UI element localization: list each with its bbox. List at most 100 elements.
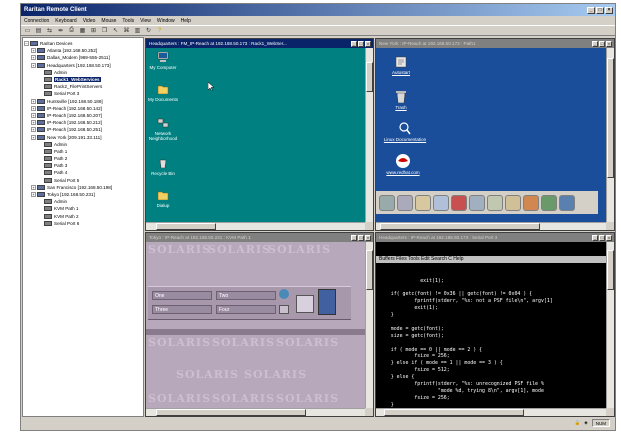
tree-expander-icon[interactable]: − (24, 41, 29, 47)
tile-icon[interactable]: ⊞ (89, 26, 98, 35)
windows-desktop[interactable]: My Computer My Documents Network Neighbo… (146, 48, 365, 222)
globe-icon[interactable] (279, 289, 289, 299)
tree-expander-icon[interactable]: + (31, 62, 36, 68)
printer-icon[interactable] (296, 295, 314, 313)
scroll-thumb[interactable] (156, 223, 216, 230)
solaris-pane-vscroll[interactable] (365, 242, 373, 408)
tree-node[interactable]: Path 3 (24, 162, 142, 169)
tree-expander-icon[interactable]: + (31, 55, 36, 61)
tree-node[interactable]: + Atlanta [192.168.50.252] (24, 47, 142, 54)
open-icon[interactable]: ▤ (34, 26, 43, 35)
tree-node[interactable]: − Raritan Devices (24, 40, 142, 47)
tree-expander-icon[interactable]: + (31, 134, 36, 140)
scroll-thumb[interactable] (156, 409, 306, 416)
tree-node[interactable]: + Tokyo [192.168.50.231] (24, 191, 142, 198)
tree-node[interactable]: Serial Port 5 (24, 177, 142, 184)
pane-maximize-button[interactable]: □ (358, 40, 364, 47)
print-icon[interactable]: ⎙ (67, 26, 76, 35)
tree-expander-icon[interactable]: + (31, 48, 36, 54)
scroll-thumb[interactable] (384, 409, 524, 416)
maximize-button[interactable]: □ (596, 6, 604, 14)
dialup-icon[interactable]: Dialup (146, 190, 180, 208)
scroll-thumb[interactable] (380, 223, 540, 230)
linux-pane-vscroll[interactable] (606, 48, 614, 222)
minimize-button[interactable]: _ (587, 6, 595, 14)
tools-icon[interactable] (523, 194, 539, 211)
tree-expander-icon[interactable]: + (31, 192, 36, 198)
pane-maximize-button[interactable]: □ (599, 40, 605, 47)
terminal-icon[interactable] (415, 194, 431, 211)
cascade-icon[interactable]: ❐ (100, 26, 109, 35)
mouse-icon[interactable]: ↖ (111, 26, 120, 35)
my-documents-icon[interactable]: My Documents (146, 84, 180, 102)
linux-pane-hscroll[interactable] (376, 222, 606, 230)
windows-pane-hscroll[interactable] (146, 222, 365, 230)
pane-close-button[interactable]: × (365, 40, 371, 47)
menu-keyboard[interactable]: Keyboard (55, 18, 76, 24)
network-neighborhood-icon[interactable]: Network Neighborhood (146, 118, 180, 141)
tree-node[interactable]: + Huntsville [192.168.50.189] (24, 98, 142, 105)
tree-node[interactable]: + IP-Reach [192.168.50.251] (24, 126, 142, 133)
gnome-foot-icon[interactable] (379, 194, 395, 211)
my-computer-icon[interactable]: My Computer (146, 51, 180, 70)
trash-icon[interactable]: Trash (390, 90, 412, 110)
tree-node[interactable]: + IP-Reach [192.168.50.207] (24, 112, 142, 119)
tree-node[interactable]: + Dallas_Modem [969-555-2511] (24, 54, 142, 61)
tree-node[interactable]: KVM Path 2 (24, 213, 142, 220)
pane-close-button[interactable]: × (365, 234, 371, 241)
tree-node[interactable]: Path 2 (24, 155, 142, 162)
workspace-one-button[interactable]: One (152, 291, 212, 300)
linux-session-pane[interactable]: New York : IP-Reach at 192.168.50.173 : … (375, 38, 615, 231)
tile-windows-icon[interactable]: ▥ (133, 26, 142, 35)
pane-minimize-button[interactable]: _ (592, 40, 598, 47)
properties-icon[interactable]: ▦ (78, 26, 87, 35)
emacs-menubar[interactable]: Buffers Files Tools Edit Search C Help (376, 255, 606, 263)
search-icon[interactable] (487, 194, 503, 211)
pane-close-button[interactable]: × (606, 40, 612, 47)
tree-node[interactable]: KVM Path 1 (24, 205, 142, 212)
tree-node[interactable]: Admin (24, 141, 142, 148)
menu-mouse[interactable]: Mouse (101, 18, 116, 24)
solaris-session-pane[interactable]: Tokyo : IP-Reach at 192.168.50.231 : KVM… (145, 232, 374, 417)
pane-minimize-button[interactable]: _ (592, 234, 598, 241)
workspace-two-button[interactable]: Two (216, 291, 276, 300)
menu-help[interactable]: Help (181, 18, 191, 24)
scroll-thumb[interactable] (607, 58, 614, 178)
tree-expander-icon[interactable]: + (31, 105, 36, 111)
workspace-three-button[interactable]: Three (152, 305, 212, 314)
close-button[interactable]: × (605, 6, 613, 14)
tree-node[interactable]: Admin (24, 198, 142, 205)
pane-close-button[interactable]: × (606, 234, 612, 241)
menu-video[interactable]: Video (83, 18, 96, 24)
menu-tools[interactable]: Tools (122, 18, 134, 24)
solaris-desktop[interactable]: SOLARIS SOLARIS SOLARIS SOLARIS SOLARIS … (146, 242, 365, 408)
tree-node[interactable]: + IP-Reach [192.168.50.142] (24, 105, 142, 112)
pane-minimize-button[interactable]: _ (351, 234, 357, 241)
terminal-screen[interactable]: Buffers Files Tools Edit Search C Help e… (376, 242, 606, 408)
workspace-four-button[interactable]: Four (216, 305, 276, 314)
linux-desktop[interactable]: Autostart Trash Linux Documentation www.… (376, 48, 606, 222)
scroll-thumb[interactable] (366, 250, 373, 290)
tree-node[interactable]: Path 4 (24, 169, 142, 176)
device-tree[interactable]: − Raritan Devices + Atlanta [192.168.50.252… (22, 37, 144, 417)
terminal-pane-vscroll[interactable] (606, 242, 614, 408)
scan-icon[interactable]: ⌘ (122, 26, 131, 35)
tree-node[interactable]: + IP-Reach [192.168.50.212] (24, 119, 142, 126)
help-icon[interactable]: ? (155, 26, 164, 35)
autostart-icon[interactable]: Autostart (388, 56, 414, 75)
tree-expander-icon[interactable]: + (31, 98, 36, 104)
scroll-thumb[interactable] (607, 250, 614, 290)
tree-node[interactable]: Rack1_WebServices (24, 76, 142, 83)
workspace-icon[interactable] (541, 194, 557, 211)
launcher-icon[interactable] (397, 194, 413, 211)
tree-node[interactable]: Rack2_FilePrintServers (24, 83, 142, 90)
style-manager-icon[interactable] (318, 289, 336, 315)
tree-node[interactable]: + Headquarters [192.168.50.173] (24, 62, 142, 69)
tree-node[interactable]: + New York [209.191.33.111] (24, 133, 142, 140)
files-icon[interactable] (433, 194, 449, 211)
menu-connection[interactable]: Connection (24, 18, 49, 24)
disconnect-icon[interactable]: ⇹ (56, 26, 65, 35)
windows-pane-vscroll[interactable] (365, 48, 373, 222)
serial-terminal-pane[interactable]: Headquarters : IP-Reach at 192.168.50.17… (375, 232, 615, 417)
linux-documentation-icon[interactable]: Linux Documentation (378, 122, 432, 142)
